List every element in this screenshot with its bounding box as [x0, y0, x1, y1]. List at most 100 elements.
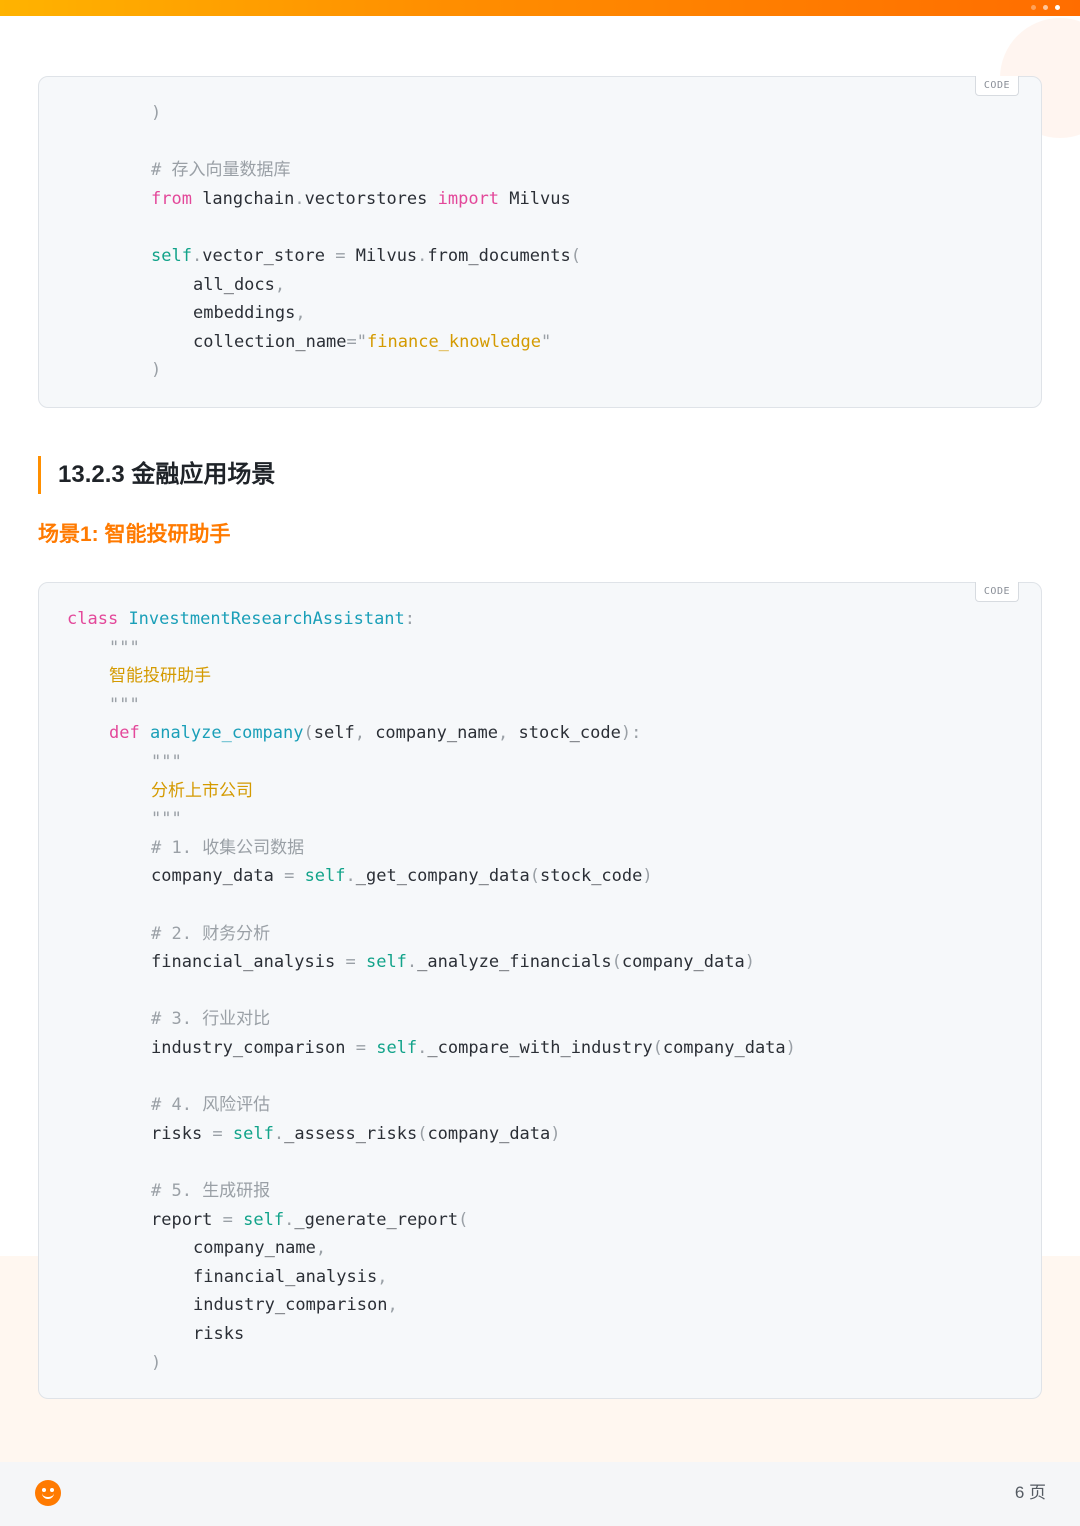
- code-line: industry_comparison,: [193, 1294, 398, 1316]
- code-line: """: [151, 808, 182, 830]
- code-line: collection_name="finance_knowledge": [193, 331, 551, 353]
- code-token: _compare_with_industry: [427, 1038, 653, 1058]
- code-token: financial_analysis: [151, 952, 346, 973]
- code-line: company_data = self._get_company_data(st…: [151, 865, 653, 887]
- code-line: financial_analysis = self._analyze_finan…: [151, 951, 755, 973]
- code-token: company_data: [151, 866, 285, 887]
- code-token: company_data: [621, 952, 745, 973]
- code-line: company_name,: [193, 1237, 326, 1259]
- code-token: .: [273, 1123, 285, 1144]
- code-token: _assess_risks: [284, 1123, 418, 1144]
- code-token: (: [529, 866, 541, 887]
- code-line: embeddings,: [193, 302, 306, 324]
- code-token: from: [151, 188, 192, 209]
- scenario-heading: 场景1: 智能投研助手: [38, 523, 231, 546]
- code-token: =: [284, 866, 295, 887]
- code-token: self: [365, 952, 407, 973]
- code-token: .: [406, 952, 418, 973]
- code-token: InvestmentResearchAssistant: [128, 609, 405, 629]
- code-token: """: [109, 637, 140, 658]
- code-token: self: [376, 1038, 418, 1058]
- code-token: ,: [295, 303, 306, 324]
- code-line: # 4. 风险评估: [151, 1094, 270, 1116]
- code-line: risks = self._assess_risks(company_data): [151, 1123, 561, 1145]
- code-token: from_documents: [427, 246, 571, 266]
- code-token: 存入向量数据库: [171, 160, 291, 181]
- code-token: ": [541, 331, 552, 352]
- code-token: (: [458, 1209, 469, 1230]
- code-token: """: [151, 809, 182, 830]
- code-token: ,: [274, 274, 286, 295]
- code-line: # 存入向量数据库: [151, 159, 290, 181]
- code-line: ): [151, 102, 161, 124]
- section-heading: 13.2.3 金融应用场景: [38, 456, 275, 494]
- code-token: self: [243, 1209, 285, 1230]
- code-token: risks: [151, 1123, 213, 1144]
- code-token: Milvus: [499, 188, 571, 209]
- code-token: _analyze_financials: [417, 952, 612, 973]
- code-token: _generate_report: [294, 1209, 459, 1230]
- page-footer: 6 页: [0, 1462, 1080, 1526]
- code-token: langchain: [191, 188, 295, 209]
- code-line: 智能投研助手: [109, 665, 211, 687]
- code-token: =: [212, 1123, 223, 1144]
- code-token: ): [151, 360, 162, 381]
- code-token: .: [284, 1209, 295, 1230]
- code-token: ): [785, 1038, 796, 1058]
- code-token: #: [151, 160, 172, 181]
- code-line: 分析上市公司: [151, 780, 253, 802]
- code-token: # 3.: [151, 1009, 203, 1030]
- code-line: ): [151, 1352, 161, 1374]
- code-token: .: [417, 246, 428, 266]
- code-line: risks: [193, 1323, 244, 1345]
- code-token: stock_code: [518, 723, 621, 744]
- code-token: (: [303, 723, 314, 744]
- code-token: """: [151, 752, 182, 772]
- code-token: # 5.: [151, 1181, 203, 1201]
- code-token: vector_store: [202, 246, 336, 266]
- code-token: 收集公司数据: [202, 837, 305, 858]
- code-token: ,: [315, 1238, 327, 1259]
- code-token: =: [222, 1209, 233, 1230]
- code-token: def: [109, 723, 140, 744]
- code-token: company_data: [427, 1123, 551, 1144]
- code-line: industry_comparison = self._compare_with…: [151, 1037, 796, 1059]
- code-token: (: [570, 246, 581, 266]
- code-token: financial_analysis: [193, 1266, 378, 1287]
- code-token: company_data: [662, 1038, 786, 1058]
- code-token: report: [151, 1209, 223, 1230]
- code-token: ": [356, 331, 368, 352]
- code-token: industry_comparison: [151, 1038, 356, 1058]
- code-token: ): [151, 1352, 162, 1373]
- code-token: self: [151, 246, 192, 266]
- code-token: industry_comparison: [193, 1295, 388, 1316]
- code-token: self: [313, 723, 355, 744]
- window-dots: [1031, 5, 1060, 11]
- code-token: (: [417, 1123, 428, 1144]
- code-token: finance_knowledge: [367, 331, 542, 352]
- code-line: self.vector_store = Milvus.from_document…: [151, 245, 581, 267]
- code-token: risks: [193, 1324, 245, 1344]
- code-token: _get_company_data: [355, 866, 530, 887]
- code-token: company_name: [375, 723, 499, 744]
- code-token: vectorstores: [304, 188, 438, 209]
- code-language-tag: CODE: [974, 76, 1019, 96]
- code-token: # 1.: [151, 837, 203, 858]
- page-number: 6 页: [1014, 1483, 1046, 1502]
- code-line: class InvestmentResearchAssistant:: [67, 608, 415, 630]
- code-line: ): [151, 359, 161, 381]
- code-token: 分析上市公司: [151, 780, 253, 801]
- code-token: ,: [387, 1295, 398, 1316]
- code-token: Milvus: [345, 246, 418, 266]
- code-token: ,: [498, 723, 519, 744]
- code-token: all_docs: [193, 274, 275, 295]
- code-token: ): [550, 1123, 561, 1144]
- code-block-vector-store: CODE ) # 存入向量数据库 from langchain. vectorstor…: [38, 76, 1042, 408]
- code-line: report = self._generate_report(: [151, 1209, 468, 1231]
- code-line: """: [109, 694, 140, 716]
